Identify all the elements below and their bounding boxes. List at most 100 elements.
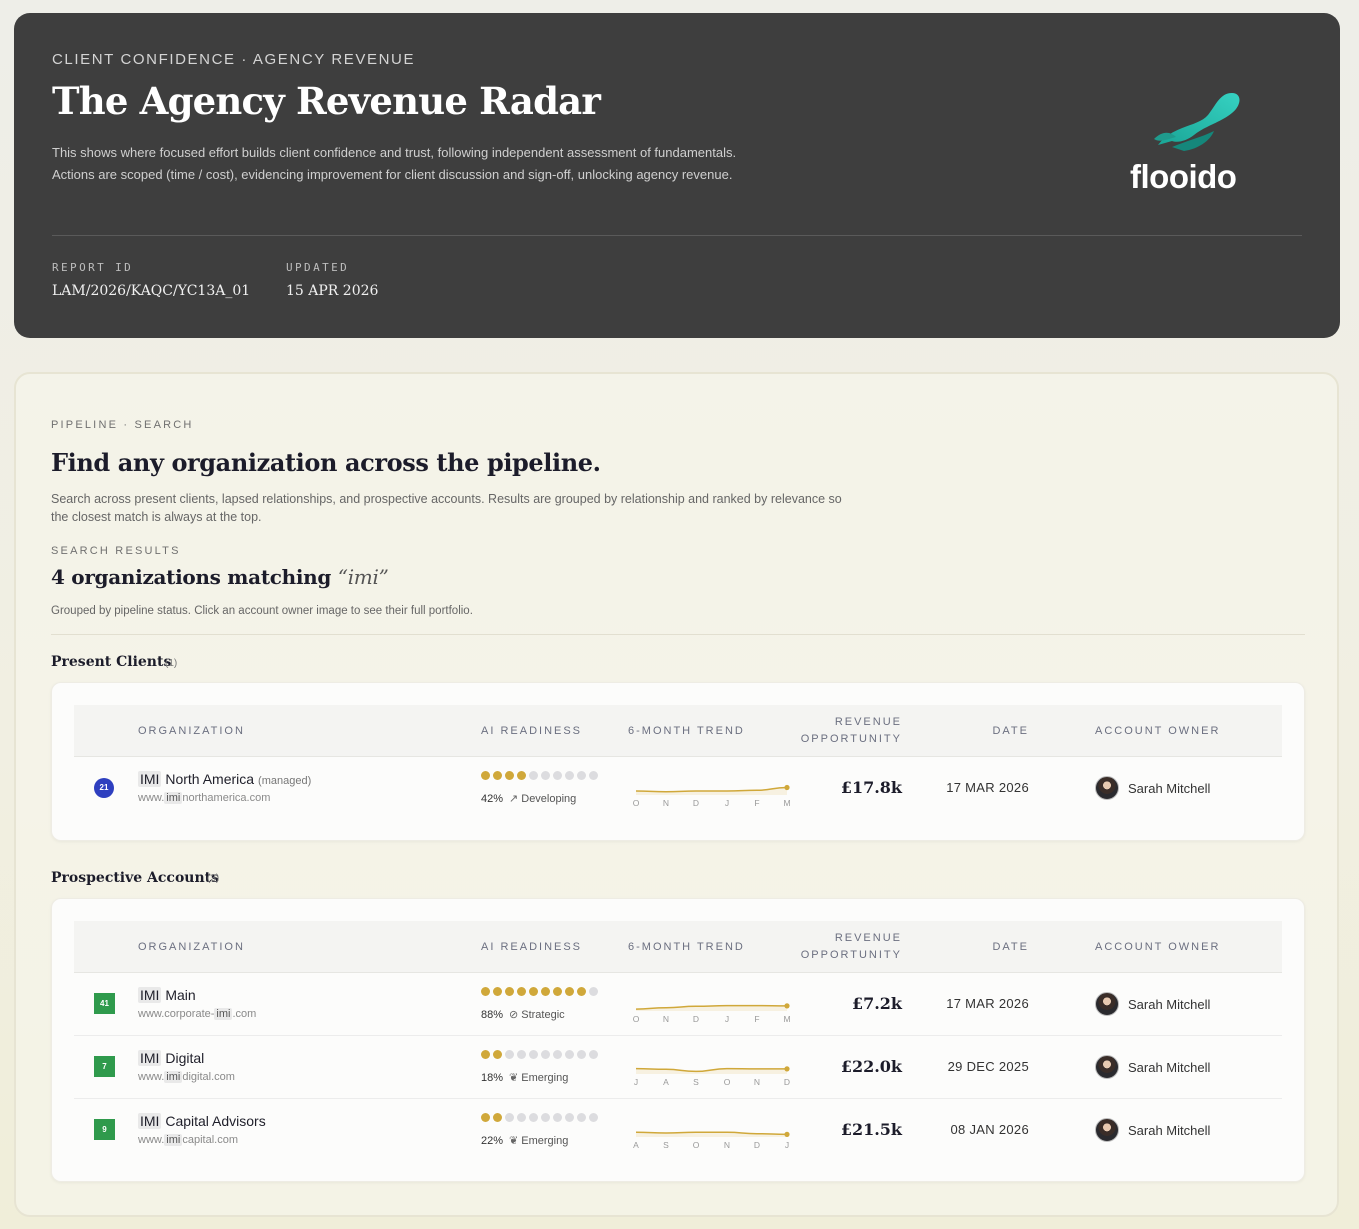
header-eyebrow: CLIENT CONFIDENCE · AGENCY REVENUE — [52, 51, 416, 68]
present-clients-table: ORGANIZATION AI READINESS 6-MONTH TREND … — [51, 682, 1305, 841]
table-row[interactable]: 41 IMI Main www.corporate-imi .com 88% ⊘ St… — [74, 973, 1282, 1035]
owner-avatar[interactable] — [1095, 1055, 1119, 1079]
trend-month-label: S — [693, 1077, 699, 1086]
readiness-dots — [481, 1050, 598, 1059]
report-id-value: LAM/2026/KAQC/YC13A_01 — [52, 283, 251, 299]
readiness-dot — [541, 1113, 550, 1122]
row-date: 17 MAR 2026 — [946, 780, 1029, 795]
url-suffix: .com — [232, 1008, 257, 1020]
results-label: SEARCH RESULTS — [51, 545, 181, 557]
compass-icon: ⊘ — [509, 1009, 519, 1021]
org-name[interactable]: IMI Capital Advisors — [138, 1113, 266, 1129]
trend-month-label: J — [785, 1140, 789, 1149]
org-url[interactable]: www.corporate-imi .com — [138, 1008, 256, 1020]
org-name[interactable]: IMI Main — [138, 987, 196, 1003]
readiness-label: Strategic — [521, 1009, 565, 1021]
readiness-dot — [493, 771, 502, 780]
url-match: imi — [214, 1008, 233, 1020]
col-revenue-line2: OPPORTUNITY — [800, 733, 902, 745]
group-title-prospective-accounts: Prospective Accounts — [51, 870, 219, 886]
col-trend: 6-MONTH TREND — [628, 941, 745, 953]
readiness-dot — [577, 987, 586, 996]
readiness-dot — [529, 771, 538, 780]
url-prefix: www. — [138, 792, 165, 804]
trend-month-label: F — [754, 798, 759, 807]
readiness-dot — [505, 987, 514, 996]
owner-name: Sarah Mitchell — [1128, 781, 1211, 796]
trend-endpoint — [784, 1066, 790, 1072]
revenue-value: £17.8k — [840, 778, 902, 797]
owner-avatar[interactable] — [1095, 992, 1119, 1016]
org-name[interactable]: IMI North America (managed) — [138, 771, 311, 787]
readiness-dot — [589, 771, 598, 780]
leaf-icon: ❦ — [509, 1072, 519, 1084]
url-match: imi — [164, 1134, 183, 1146]
col-owner: ACCOUNT OWNER — [1095, 725, 1221, 737]
org-name[interactable]: IMI Digital — [138, 1050, 204, 1066]
readiness-dot — [481, 987, 490, 996]
readiness-pct: 88% — [481, 1009, 504, 1021]
trend-month-label: D — [693, 798, 699, 807]
trend-month-label: D — [784, 1077, 790, 1086]
group-count: (1) — [165, 658, 178, 669]
readiness-dot — [541, 987, 550, 996]
readiness-info: 18% ❦ Emerging — [481, 1071, 568, 1084]
url-match: imi — [164, 792, 183, 804]
readiness-info: 42% ↗ Developing — [481, 792, 576, 805]
readiness-dot — [529, 1113, 538, 1122]
owner-avatar[interactable] — [1095, 776, 1119, 800]
header-divider — [52, 235, 1302, 236]
readiness-dot — [517, 1050, 526, 1059]
trending-up-icon: ↗ — [509, 793, 519, 805]
readiness-dot — [565, 1050, 574, 1059]
org-name-rest: Capital Advisors — [161, 1113, 266, 1129]
trend-month-label: N — [663, 798, 669, 807]
readiness-dot — [529, 987, 538, 996]
section-eyebrow: PIPELINE · SEARCH — [51, 419, 194, 431]
updated-label: UPDATED — [286, 261, 350, 274]
table-row[interactable]: 9 IMI Capital Advisors www. imi capital.co… — [74, 1098, 1282, 1160]
report-header: CLIENT CONFIDENCE · AGENCY REVENUE The A… — [14, 13, 1340, 338]
readiness-dot — [517, 987, 526, 996]
trend-endpoint — [784, 784, 790, 791]
org-url[interactable]: www. imi northamerica.com — [138, 792, 270, 804]
url-suffix: northamerica.com — [182, 792, 271, 804]
readiness-dot — [481, 771, 490, 780]
owner-name: Sarah Mitchell — [1128, 1060, 1211, 1075]
trend-month-label: M — [783, 1014, 790, 1023]
trend-month-label: S — [663, 1140, 669, 1149]
org-url[interactable]: www. imi digital.com — [138, 1071, 235, 1083]
org-name-match: IMI — [138, 987, 162, 1003]
table-row[interactable]: 7 IMI Digital www. imi digital.com 18% ❦ Eme… — [74, 1035, 1282, 1097]
trend-month-label: D — [754, 1140, 760, 1149]
readiness-dot — [541, 771, 550, 780]
logo-wordmark: flooido — [1130, 158, 1237, 195]
url-match: imi — [164, 1071, 183, 1083]
readiness-dot — [553, 1113, 562, 1122]
readiness-dot — [589, 987, 598, 996]
readiness-dot — [517, 771, 526, 780]
trend-month-label: N — [663, 1014, 669, 1023]
trend-month-label: A — [663, 1077, 669, 1086]
readiness-dots — [481, 771, 598, 780]
col-owner: ACCOUNT OWNER — [1095, 941, 1221, 953]
readiness-label: Emerging — [521, 1135, 569, 1147]
readiness-dot — [481, 1113, 490, 1122]
row-date: 08 JAN 2026 — [950, 1122, 1029, 1137]
col-organization: ORGANIZATION — [138, 725, 245, 737]
readiness-dot — [565, 1113, 574, 1122]
readiness-dot — [553, 987, 562, 996]
section-description: Search across present clients, lapsed re… — [51, 492, 842, 524]
readiness-dot — [505, 1050, 514, 1059]
org-url[interactable]: www. imi capital.com — [138, 1134, 238, 1146]
readiness-dot — [493, 987, 502, 996]
readiness-pct: 22% — [481, 1135, 504, 1147]
col-revenue: REVENUE OPPORTUNITY — [794, 930, 902, 964]
table-row[interactable]: 21 IMI North America (managed) www. imi nor… — [74, 757, 1282, 819]
readiness-dot — [505, 1113, 514, 1122]
trend-month-label: O — [724, 1077, 731, 1086]
owner-avatar[interactable] — [1095, 1118, 1119, 1142]
readiness-pct: 42% — [481, 793, 504, 805]
score-badge: 21 — [94, 778, 114, 798]
col-date: DATE — [992, 941, 1029, 953]
